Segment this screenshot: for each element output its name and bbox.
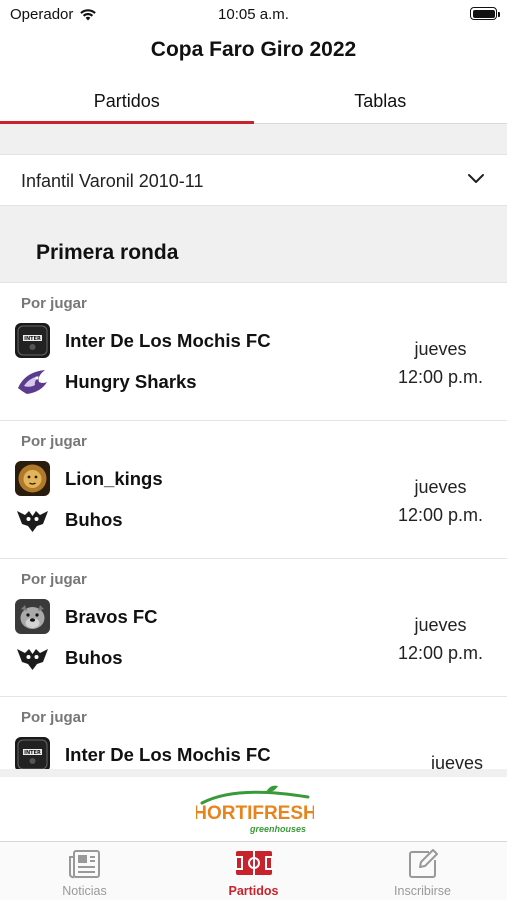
bulldog-logo-icon	[15, 599, 50, 634]
bottom-nav: Noticias Partidos Inscribirse	[0, 841, 507, 900]
round-title: Primera ronda	[36, 241, 179, 264]
match-time: 12:00 p.m.	[397, 505, 483, 525]
match-time: 12:00 p.m.	[397, 367, 483, 387]
lion-logo-icon	[15, 461, 50, 496]
away-team: Hungry Sharks	[15, 364, 197, 399]
home-team: INTER Inter De Los Mochis FC	[15, 737, 271, 769]
home-team-name: Lion_kings	[65, 467, 163, 489]
nav-inscribirse[interactable]: Inscribirse	[338, 842, 507, 900]
nav-partidos[interactable]: Partidos	[169, 842, 338, 900]
match-card[interactable]: Por jugar Lion_kings Buhos jueves 12:00 …	[0, 421, 507, 559]
match-card[interactable]: Por jugar INTER Inter De Los Mochis FC H…	[0, 283, 507, 421]
chevron-down-icon	[468, 174, 484, 183]
home-team: INTER Inter De Los Mochis FC	[15, 323, 271, 358]
match-day: jueves	[430, 753, 483, 769]
inter-logo-icon: INTER	[15, 323, 50, 358]
match-day: jueves	[414, 339, 467, 359]
inter-logo-icon: INTER	[15, 737, 50, 769]
match-schedule: jueves 12:00 p.m.	[398, 335, 483, 391]
tab-bar: Partidos Tablas	[0, 78, 507, 124]
round-header: Primera ronda	[0, 206, 507, 283]
match-schedule: jueves	[431, 749, 483, 769]
match-list: Por jugar INTER Inter De Los Mochis FC H…	[0, 283, 507, 769]
home-team: Bravos FC	[15, 599, 158, 634]
edit-icon	[408, 849, 438, 878]
match-schedule: jueves 12:00 p.m.	[398, 473, 483, 529]
home-team: Lion_kings	[15, 461, 163, 496]
status-time: 10:05 a.m.	[218, 6, 289, 23]
soccer-field-icon	[234, 851, 273, 875]
away-team-name: Buhos	[65, 646, 123, 668]
status-bar: Operador 10:05 a.m.	[0, 0, 507, 30]
tab-partidos[interactable]: Partidos	[0, 78, 254, 124]
newspaper-icon	[68, 850, 100, 879]
section-spacer	[0, 124, 507, 154]
tab-tablas[interactable]: Tablas	[254, 78, 507, 123]
match-status: Por jugar	[21, 571, 87, 588]
category-select[interactable]: Infantil Varonil 2010-11	[0, 154, 507, 206]
owl-logo-icon	[15, 502, 50, 537]
match-status: Por jugar	[21, 433, 87, 450]
nav-label-partidos: Partidos	[228, 884, 279, 898]
hortifresh-logo: HORTIFRESH greenhouses	[196, 785, 314, 834]
match-status: Por jugar	[21, 709, 87, 726]
svg-text:INTER: INTER	[24, 336, 41, 342]
home-team-name: Bravos FC	[65, 605, 158, 627]
sponsor-banner[interactable]: HORTIFRESH greenhouses	[0, 769, 507, 841]
shark-logo-icon	[15, 364, 50, 399]
match-day: jueves	[414, 615, 467, 635]
svg-text:INTER: INTER	[24, 750, 41, 756]
away-team: Buhos	[15, 640, 123, 675]
nav-label-inscribirse: Inscribirse	[394, 884, 451, 898]
match-time: 12:00 p.m.	[397, 643, 483, 663]
match-day: jueves	[414, 477, 467, 497]
nav-noticias[interactable]: Noticias	[0, 842, 169, 900]
away-team: Buhos	[15, 502, 123, 537]
away-team-name: Buhos	[65, 508, 123, 530]
battery-icon	[470, 7, 500, 20]
page-title: Copa Faro Giro 2022	[150, 38, 357, 61]
home-team-name: Inter De Los Mochis FC	[65, 329, 271, 351]
category-select-value: Infantil Varonil 2010-11	[21, 171, 204, 191]
home-team-name: Inter De Los Mochis FC	[65, 743, 271, 765]
nav-label-noticias: Noticias	[62, 884, 107, 898]
match-card[interactable]: Por jugar Bravos FC Buhos jueves 12:00 p…	[0, 559, 507, 697]
away-team-name: Hungry Sharks	[65, 370, 197, 392]
sponsor-tagline: greenhouses	[249, 824, 306, 834]
owl-logo-icon	[15, 640, 50, 675]
match-card[interactable]: Por jugar INTER Inter De Los Mochis FC j…	[0, 697, 507, 769]
sponsor-name: HORTIFRESH	[196, 803, 314, 824]
match-status: Por jugar	[21, 295, 87, 312]
match-schedule: jueves 12:00 p.m.	[398, 611, 483, 667]
